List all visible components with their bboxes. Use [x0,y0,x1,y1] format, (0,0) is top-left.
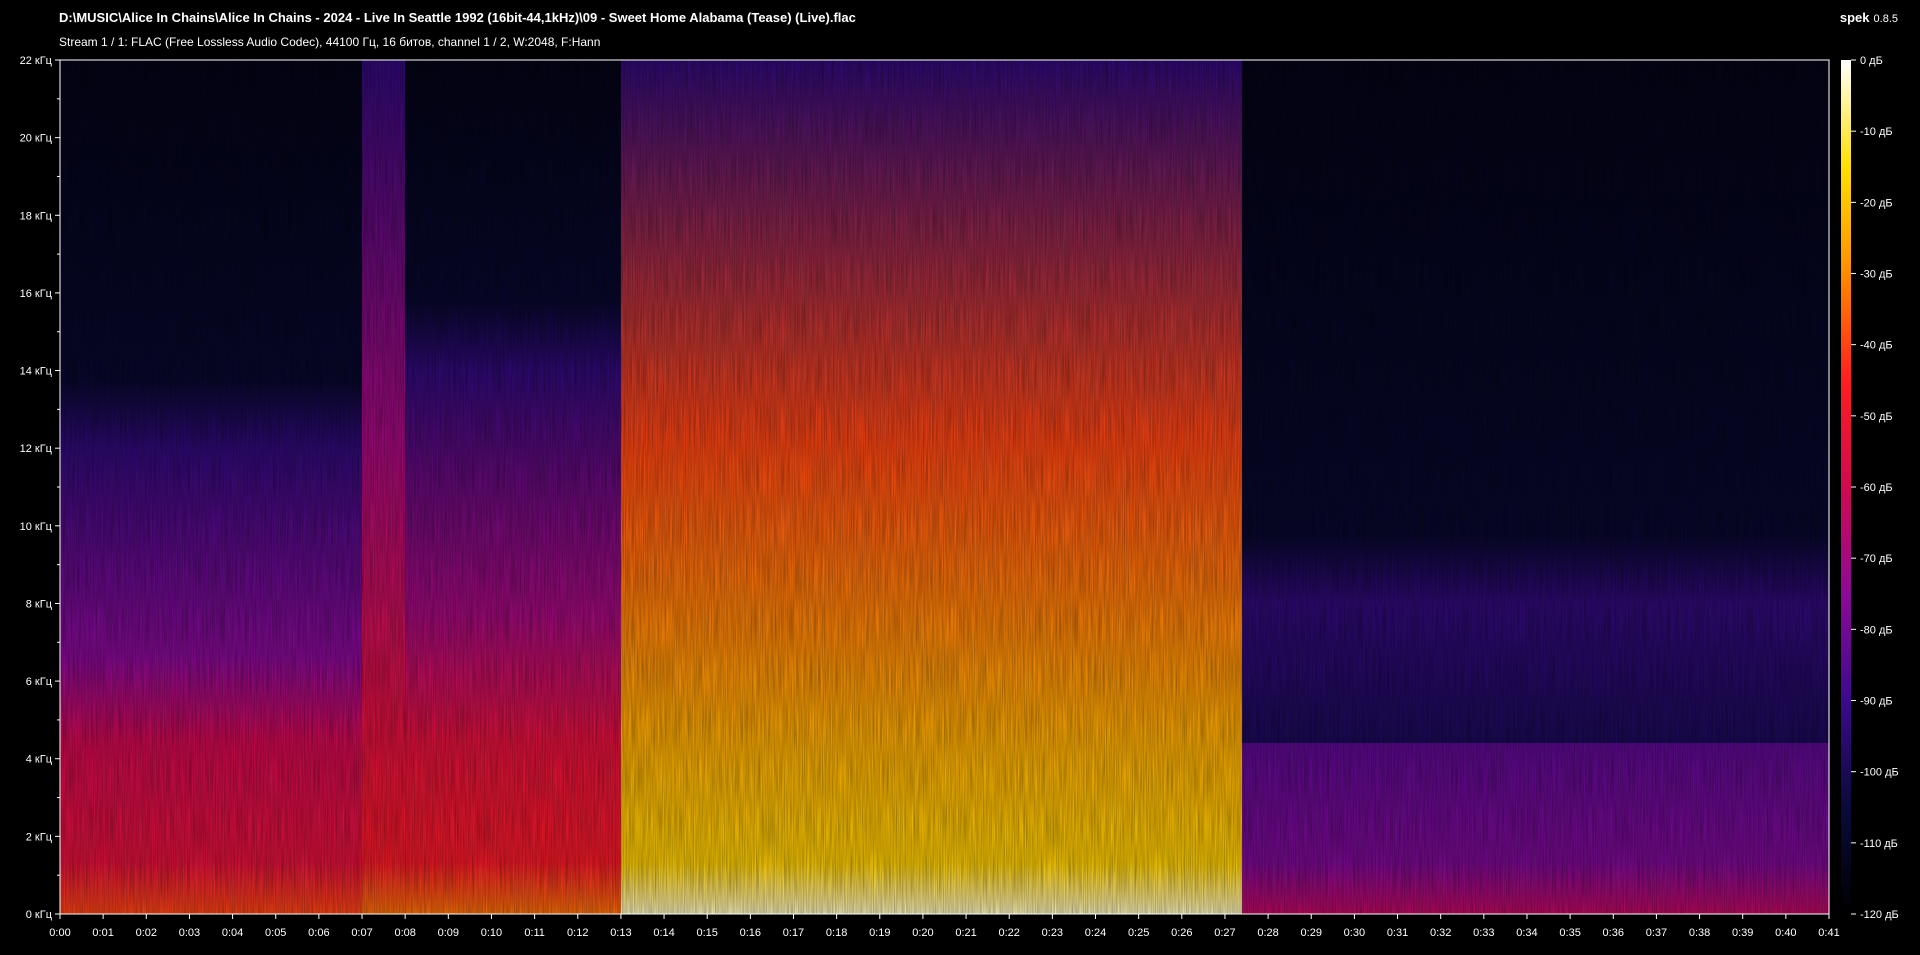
x-tick-label: 0:07 [351,927,372,939]
x-tick-label: 0:05 [265,927,286,939]
y-tick-label: 22 кГц [20,55,53,67]
colorbar-tick-label: -70 дБ [1860,553,1893,565]
x-tick-label: 0:19 [869,927,890,939]
x-tick-label: 0:01 [92,927,113,939]
colorbar-tick-label: -50 дБ [1860,411,1893,423]
y-tick-label: 20 кГц [20,133,53,145]
x-tick-label: 0:23 [1042,927,1063,939]
x-tick-label: 0:22 [999,927,1020,939]
x-tick-label: 0:32 [1430,927,1451,939]
x-tick-label: 0:08 [394,927,415,939]
y-tick-label: 0 кГц [26,909,53,921]
x-tick-label: 0:10 [481,927,502,939]
colorbar-tick-label: -40 дБ [1860,340,1893,352]
colorbar-tick-label: -20 дБ [1860,197,1893,209]
y-tick-label: 8 кГц [26,598,53,610]
y-tick-label: 6 кГц [26,676,53,688]
x-tick-label: 0:02 [136,927,157,939]
x-tick-label: 0:12 [567,927,588,939]
x-tick-label: 0:20 [912,927,933,939]
x-tick-label: 0:29 [1301,927,1322,939]
x-tick-label: 0:26 [1171,927,1192,939]
x-tick-label: 0:17 [783,927,804,939]
x-tick-label: 0:09 [438,927,459,939]
colorbar-tick-label: -100 дБ [1860,767,1899,779]
y-tick-label: 4 кГц [26,754,53,766]
colorbar-tick-label: -80 дБ [1860,624,1893,636]
x-tick-label: 0:00 [49,927,70,939]
colorbar-tick-label: -110 дБ [1860,838,1898,850]
colorbar-tick-label: 0 дБ [1860,55,1883,67]
y-tick-label: 16 кГц [20,288,53,300]
x-tick-label: 0:33 [1473,927,1494,939]
x-tick-label: 0:37 [1646,927,1667,939]
x-tick-label: 0:40 [1775,927,1796,939]
colorbar-tick-label: -120 дБ [1860,909,1899,921]
colorbar-scale [1841,60,1851,914]
x-tick-label: 0:21 [955,927,976,939]
spectrogram-texture [60,60,1829,914]
y-tick-label: 10 кГц [20,521,53,533]
x-tick-label: 0:13 [610,927,631,939]
spectrogram-plot [59,59,1830,915]
y-tick-label: 18 кГц [20,210,53,222]
x-tick-label: 0:25 [1128,927,1149,939]
x-tick-label: 0:14 [653,927,674,939]
x-tick-label: 0:18 [826,927,847,939]
x-tick-label: 0:03 [179,927,200,939]
x-tick-label: 0:28 [1257,927,1278,939]
x-tick-label: 0:41 [1818,927,1839,939]
x-tick-label: 0:24 [1085,927,1106,939]
x-tick-label: 0:15 [696,927,717,939]
x-tick-label: 0:34 [1516,927,1537,939]
colorbar-tick-label: -30 дБ [1860,269,1893,281]
x-tick-label: 0:06 [308,927,329,939]
x-tick-label: 0:35 [1559,927,1580,939]
x-tick-label: 0:04 [222,927,243,939]
y-tick-label: 2 кГц [26,831,53,843]
colorbar-tick-label: -10 дБ [1860,126,1893,138]
x-tick-label: 0:31 [1387,927,1408,939]
x-tick-label: 0:38 [1689,927,1710,939]
y-tick-label: 14 кГц [20,366,53,378]
colorbar-tick-label: -60 дБ [1860,482,1893,494]
x-tick-label: 0:11 [524,927,545,939]
x-tick-label: 0:16 [740,927,761,939]
spectrogram-chart: 0 кГц 2 кГц 4 кГц 6 кГц 8 кГц 10 кГц 12 кГц 14 … [20,55,1899,939]
y-tick-label: 12 кГц [20,443,53,455]
colorbar: 0 дБ -10 дБ -20 дБ -30 дБ -40 дБ -50 дБ -60 дБ… [1841,55,1899,921]
x-tick-label: 0:36 [1603,927,1624,939]
colorbar-tick-label: -90 дБ [1860,696,1893,708]
x-tick-label: 0:30 [1344,927,1365,939]
x-tick-label: 0:39 [1732,927,1753,939]
x-tick-label: 0:27 [1214,927,1235,939]
